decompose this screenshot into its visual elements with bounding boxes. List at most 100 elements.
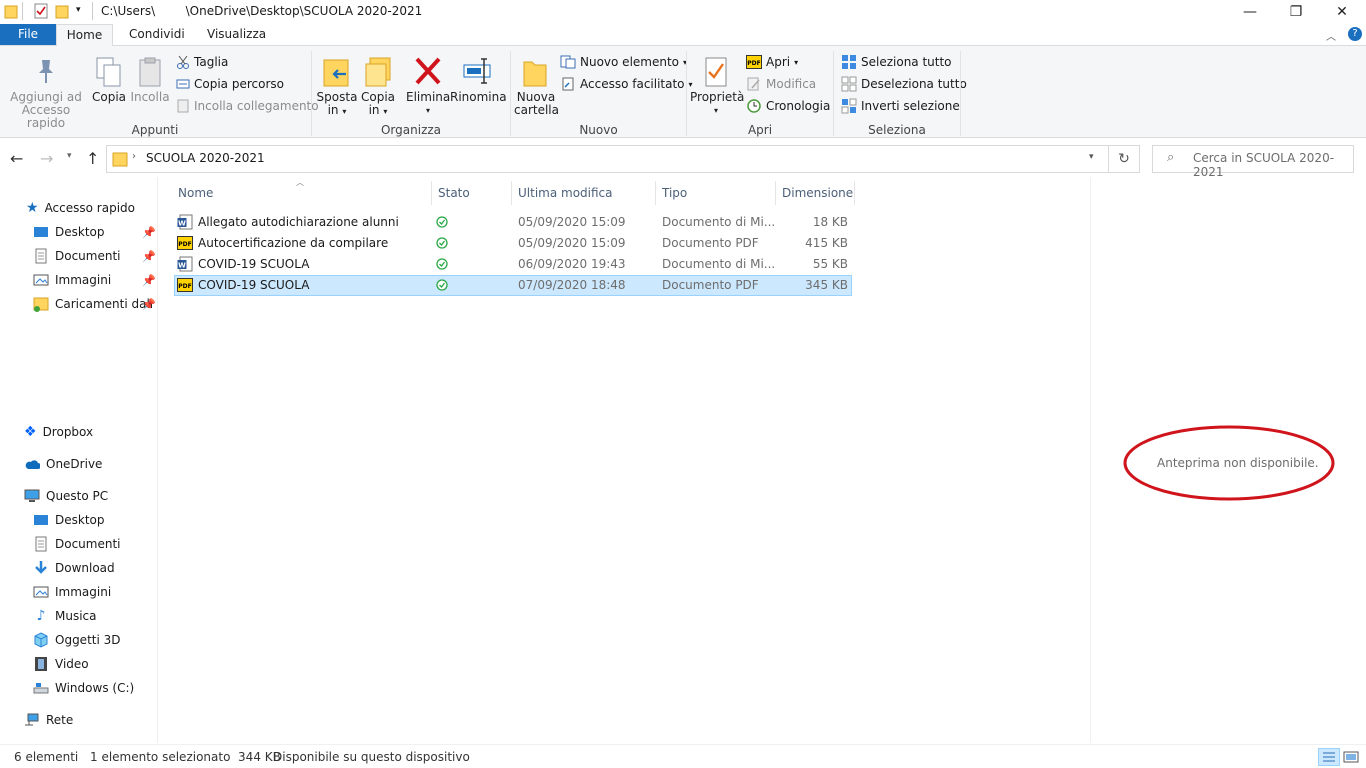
nav-item-pc-download[interactable]: Download	[33, 557, 115, 579]
paste-shortcut-button[interactable]: Incolla collegamento	[176, 96, 319, 116]
properties-button[interactable]: Proprietà ▾	[690, 54, 744, 120]
pinned-icon[interactable]: 📌	[142, 250, 156, 263]
synced-check-icon	[436, 237, 448, 249]
file-name: Autocertificazione da compilare	[198, 236, 389, 250]
dropdown-arrow-icon: ▾	[342, 107, 347, 116]
pinned-icon[interactable]: 📌	[142, 274, 156, 287]
nav-item-pc-music[interactable]: ♪ Musica	[33, 605, 97, 627]
file-modified: 06/09/2020 19:43	[518, 257, 626, 271]
nav-item-pc-pictures[interactable]: Immagini	[33, 581, 111, 603]
nav-item-network[interactable]: Rete	[24, 709, 73, 731]
status-bar: 6 elementi 1 elemento selezionato 344 KB…	[0, 744, 1366, 768]
nav-item-quick-documents[interactable]: Documenti	[33, 245, 121, 267]
file-row[interactable]: PDF Autocertificazione da compilare 05/0…	[174, 233, 852, 254]
nav-item-quick-pictures[interactable]: Immagini	[33, 269, 111, 291]
open-button[interactable]: PDF Apri ▾	[746, 52, 798, 72]
group-label-apri: Apri	[747, 123, 773, 137]
new-item-button[interactable]: Nuovo elemento ▾	[560, 52, 687, 72]
file-list: ︿ Nome Stato Ultima modifica Tipo Dimens…	[170, 177, 1090, 743]
copy-icon	[95, 56, 123, 88]
copy-button[interactable]: Copia	[90, 54, 128, 120]
select-all-button[interactable]: Seleziona tutto	[841, 52, 952, 72]
dropdown-arrow-icon: ▾	[713, 106, 718, 115]
column-header-status[interactable]: Stato	[438, 186, 470, 200]
column-separator[interactable]	[655, 181, 656, 205]
new-folder-button[interactable]: Nuova cartella	[514, 54, 559, 120]
column-header-name[interactable]: Nome	[178, 186, 213, 200]
documents-icon	[33, 536, 49, 552]
paste-button[interactable]: Incolla	[130, 54, 170, 120]
nav-item-this-pc[interactable]: Questo PC	[24, 485, 108, 507]
red-ellipse-annotation	[1123, 425, 1335, 501]
tab-visualizza[interactable]: Visualizza	[193, 24, 280, 46]
delete-button[interactable]: Elimina ▾	[406, 54, 450, 120]
address-bar[interactable]: › SCUOLA 2020-2021 ▾	[106, 145, 1109, 173]
breadcrumb-folder[interactable]: SCUOLA 2020-2021	[146, 151, 265, 165]
file-row[interactable]: W COVID-19 SCUOLA 06/09/2020 19:43 Docum…	[174, 254, 852, 275]
breadcrumb-chevron-icon: ›	[132, 151, 136, 162]
easy-access-button[interactable]: Accesso facilitato ▾	[560, 74, 693, 94]
nav-item-quick-access[interactable]: ★ Accesso rapido	[26, 197, 135, 219]
help-icon[interactable]: ?	[1348, 27, 1362, 41]
edit-button[interactable]: Modifica	[746, 74, 816, 94]
address-dropdown-icon[interactable]: ▾	[1089, 152, 1094, 162]
nav-item-onedrive[interactable]: OneDrive	[24, 453, 102, 475]
maximize-button[interactable]: ❐	[1273, 0, 1319, 24]
new-folder-quick-icon[interactable]	[55, 3, 69, 19]
column-header-modified[interactable]: Ultima modifica	[518, 186, 613, 200]
search-box[interactable]: ⌕ Cerca in SCUOLA 2020-2021	[1152, 145, 1354, 179]
group-label-organizza: Organizza	[380, 123, 442, 137]
nav-item-label: Musica	[55, 609, 97, 623]
details-view-button[interactable]	[1318, 748, 1340, 766]
column-separator[interactable]	[775, 181, 776, 205]
properties-quick-icon[interactable]	[33, 3, 49, 19]
nav-item-label: Dropbox	[42, 425, 94, 439]
customize-toolbar-icon[interactable]: ▾	[76, 5, 81, 15]
select-none-button[interactable]: Deseleziona tutto	[841, 74, 967, 94]
copy-folder-icon	[364, 56, 394, 88]
column-header-size[interactable]: Dimensione	[782, 186, 853, 200]
large-icons-view-button[interactable]	[1343, 749, 1359, 768]
column-separator[interactable]	[511, 181, 512, 205]
copy-to-button[interactable]: Copia in ▾	[360, 54, 396, 120]
recent-locations-icon[interactable]: ▾	[67, 151, 72, 161]
file-row-selected[interactable]: PDF COVID-19 SCUOLA 07/09/2020 18:48 Doc…	[174, 275, 852, 296]
tab-file[interactable]: File	[0, 24, 56, 46]
rename-button[interactable]: Rinomina	[450, 54, 507, 120]
copy-path-icon	[176, 77, 190, 91]
invert-selection-button[interactable]: Inverti selezione	[841, 96, 960, 116]
ribbon-tabs: File Home Condividi Visualizza ︿ ?	[0, 24, 1366, 46]
back-arrow-icon[interactable]: ←	[10, 149, 23, 168]
minimize-button[interactable]: —	[1227, 0, 1273, 24]
nav-item-pc-desktop[interactable]: Desktop	[33, 509, 105, 531]
column-header-type[interactable]: Tipo	[662, 186, 687, 200]
nav-item-pc-documents[interactable]: Documenti	[33, 533, 121, 555]
title-bar: ▾ C:\Users\ \OneDrive\Desktop\SCUOLA 202…	[0, 0, 1366, 24]
nav-item-pc-video[interactable]: Video	[33, 653, 89, 675]
history-button[interactable]: Cronologia	[746, 96, 830, 116]
pin-quick-access-button[interactable]: Aggiungi ad Accesso rapido	[8, 54, 84, 130]
refresh-button[interactable]: ↻	[1109, 145, 1140, 173]
tab-condividi[interactable]: Condividi	[115, 24, 199, 46]
nav-item-dropbox[interactable]: ❖ Dropbox	[24, 421, 93, 443]
column-separator[interactable]	[854, 181, 855, 205]
copy-path-button[interactable]: Copia percorso	[176, 74, 284, 94]
pinned-icon[interactable]: 📌	[142, 298, 156, 311]
nav-item-quick-desktop[interactable]: Desktop	[33, 221, 105, 243]
file-row[interactable]: W Allegato autodichiarazione alunni 05/0…	[174, 212, 852, 233]
new-folder-icon	[522, 56, 548, 88]
nav-item-quick-uploads[interactable]: Caricamenti dall	[33, 293, 153, 315]
close-button[interactable]: ✕	[1319, 0, 1365, 24]
collapse-ribbon-icon[interactable]: ︿	[1326, 28, 1336, 43]
up-arrow-icon[interactable]: ↑	[86, 149, 99, 168]
nav-item-pc-3d-objects[interactable]: Oggetti 3D	[33, 629, 121, 651]
cut-button[interactable]: Taglia	[176, 52, 228, 72]
forward-arrow-icon[interactable]: →	[40, 149, 53, 168]
tab-home[interactable]: Home	[56, 24, 113, 46]
move-to-button[interactable]: Sposta in ▾	[316, 54, 358, 120]
folder-icon	[4, 3, 18, 19]
nav-item-pc-drive-c[interactable]: Windows (C:)	[33, 677, 134, 699]
rename-icon	[462, 56, 492, 86]
pinned-icon[interactable]: 📌	[142, 226, 156, 239]
column-separator[interactable]	[431, 181, 432, 205]
